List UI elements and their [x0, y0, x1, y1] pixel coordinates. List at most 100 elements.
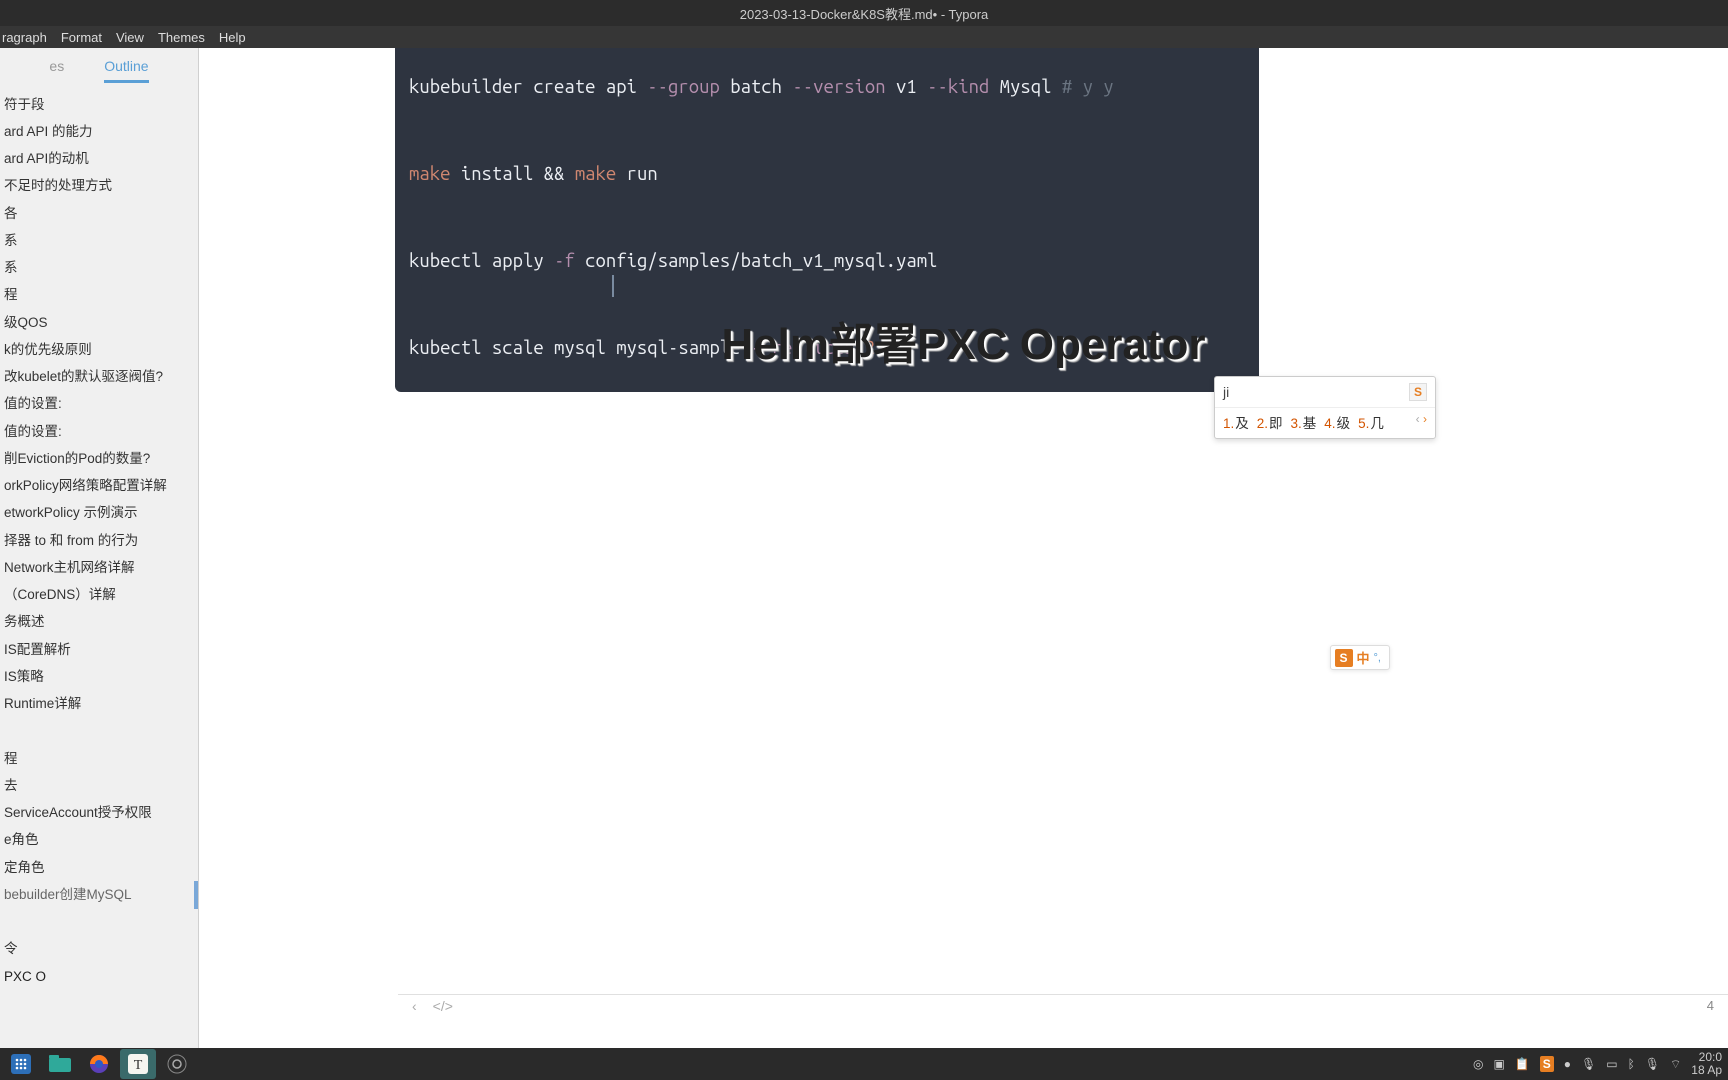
- tray-mic2-icon[interactable]: 🎙: [1645, 1057, 1660, 1071]
- code-token: install &&: [461, 164, 565, 184]
- outline-item[interactable]: 去: [0, 772, 198, 799]
- outline-item[interactable]: 符于段: [0, 91, 198, 118]
- outline-item[interactable]: Network主机网络详解: [0, 554, 198, 581]
- outline-list: 符于段ard API 的能力ard API的动机不足时的处理方式各系系程级QOS…: [0, 83, 198, 990]
- tray-bluetooth-icon[interactable]: ᛒ: [1628, 1057, 1635, 1071]
- outline-item[interactable]: etworkPolicy 示例演示: [0, 500, 198, 527]
- outline-item[interactable]: bebuilder创建MySQL: [0, 881, 198, 908]
- tray-clock[interactable]: 20:0 18 Ap: [1691, 1051, 1722, 1077]
- taskbar-filemanager[interactable]: [42, 1049, 78, 1079]
- heading-h1[interactable]: Helm部署PXC Operator: [199, 308, 1728, 372]
- code-blank-line: [409, 109, 1245, 152]
- outline-item[interactable]: e角色: [0, 827, 198, 854]
- tray-battery-icon[interactable]: ▭: [1606, 1057, 1617, 1071]
- tray-terminal-icon[interactable]: ▣: [1493, 1057, 1504, 1071]
- window-titlebar: 2023-03-13-Docker&K8S教程.md• - Typora: [0, 0, 1728, 26]
- sidebar-tabs: es Outline: [0, 48, 198, 83]
- sogou-logo-icon: S: [1335, 649, 1353, 667]
- outline-item[interactable]: 程: [0, 745, 198, 772]
- ime-input-text[interactable]: ji: [1223, 384, 1229, 400]
- code-token: run: [627, 164, 658, 184]
- outline-item[interactable]: 削Eviction的Pod的数量?: [0, 445, 198, 472]
- code-token: --group: [647, 77, 720, 97]
- code-token: -f: [554, 251, 575, 271]
- outline-item[interactable]: 程: [0, 282, 198, 309]
- code-token: make: [575, 164, 616, 184]
- code-comment: # y y: [1062, 77, 1114, 97]
- svg-text:T: T: [134, 1058, 143, 1073]
- outline-item[interactable]: 值的设置:: [0, 418, 198, 445]
- code-line: kubectl apply -f config/samples/batch_v1…: [409, 240, 1245, 283]
- ime-candidate[interactable]: 3.基: [1291, 412, 1317, 432]
- outline-item[interactable]: 各: [0, 200, 198, 227]
- code-line: make install && make run: [409, 153, 1245, 196]
- ime-candidate[interactable]: 1.及: [1223, 412, 1249, 432]
- outline-item[interactable]: 不足时的处理方式: [0, 173, 198, 200]
- menu-paragraph[interactable]: ragraph: [2, 30, 47, 45]
- ime-candidate-box: ji S 1.及2.即3.基4.级5.几 ‹ ›: [1214, 376, 1436, 439]
- source-code-icon[interactable]: </>: [433, 998, 453, 1014]
- outline-item[interactable]: orkPolicy网络策略配置详解: [0, 473, 198, 500]
- ime-candidate[interactable]: 2.即: [1257, 412, 1283, 432]
- code-token: Mysql: [1000, 77, 1052, 97]
- outline-item[interactable]: ard API 的能力: [0, 118, 198, 145]
- outline-item[interactable]: 系: [0, 227, 198, 254]
- os-taskbar: T ◎ ▣ 📋 S ● 🎙 ▭ ᛒ 🎙 ⌔ 20:0 18 Ap: [0, 1048, 1728, 1080]
- taskbar-launcher[interactable]: [3, 1049, 39, 1079]
- word-count[interactable]: 4: [1707, 998, 1714, 1013]
- tray-bulb-icon[interactable]: ●: [1564, 1057, 1571, 1071]
- outline-item[interactable]: IS配置解析: [0, 636, 198, 663]
- outline-item[interactable]: 务概述: [0, 609, 198, 636]
- ime-lang[interactable]: 中: [1357, 648, 1370, 667]
- tab-files[interactable]: es: [49, 58, 64, 83]
- ime-prev-icon[interactable]: ‹: [1416, 412, 1420, 426]
- ime-float-indicator[interactable]: S 中 °,: [1330, 645, 1390, 670]
- ime-candidate[interactable]: 4.级: [1324, 412, 1350, 432]
- menu-help[interactable]: Help: [219, 30, 246, 45]
- tab-outline[interactable]: Outline: [104, 58, 148, 83]
- ime-next-icon[interactable]: ›: [1423, 412, 1427, 426]
- tray-wifi-icon[interactable]: ⌔: [1670, 1057, 1681, 1072]
- code-token: --version: [792, 77, 885, 97]
- outline-item[interactable]: k的优先级原则: [0, 336, 198, 363]
- outline-item[interactable]: IS策略: [0, 663, 198, 690]
- taskbar-firefox[interactable]: [81, 1049, 117, 1079]
- outline-item[interactable]: [0, 909, 198, 936]
- code-token: config/samples/batch_v1_mysql.yaml: [585, 251, 937, 271]
- editor-area[interactable]: kubebuilder create api --group batch --v…: [199, 48, 1728, 1048]
- outline-item[interactable]: PXC O: [0, 963, 198, 990]
- ime-nav[interactable]: ‹ ›: [1416, 412, 1427, 432]
- outline-item[interactable]: 值的设置:: [0, 391, 198, 418]
- code-blank-line: [409, 196, 1245, 239]
- outline-item[interactable]: 系: [0, 255, 198, 282]
- menu-view[interactable]: View: [116, 30, 144, 45]
- code-token: batch: [730, 77, 782, 97]
- code-token: v1: [896, 77, 917, 97]
- tray-mic-icon[interactable]: 🎙: [1581, 1057, 1596, 1071]
- tray-clipboard-icon[interactable]: 📋: [1515, 1057, 1530, 1071]
- outline-item[interactable]: ServiceAccount授予权限: [0, 800, 198, 827]
- taskbar-typora[interactable]: T: [120, 1049, 156, 1079]
- outline-item[interactable]: 令: [0, 936, 198, 963]
- editor-caret: [612, 275, 614, 297]
- outline-item[interactable]: ard API的动机: [0, 146, 198, 173]
- code-token: --kind: [927, 77, 989, 97]
- outline-item[interactable]: [0, 718, 198, 745]
- statusbar: ‹ </> 4: [398, 994, 1728, 1016]
- ime-candidate[interactable]: 5.几: [1358, 412, 1384, 432]
- menu-themes[interactable]: Themes: [158, 30, 205, 45]
- taskbar-obs[interactable]: [159, 1049, 195, 1079]
- outline-item[interactable]: 定角色: [0, 854, 198, 881]
- tray-sogou-icon[interactable]: S: [1540, 1056, 1554, 1072]
- outline-item[interactable]: 改kubelet的默认驱逐阀值?: [0, 364, 198, 391]
- outline-item[interactable]: （CoreDNS）详解: [0, 582, 198, 609]
- tray-obs-icon[interactable]: ◎: [1473, 1057, 1483, 1071]
- sidebar: es Outline 符于段ard API 的能力ard API的动机不足时的处…: [0, 48, 199, 1048]
- outline-item[interactable]: 级QOS: [0, 309, 198, 336]
- outline-item[interactable]: 择器 to 和 from 的行为: [0, 527, 198, 554]
- back-icon[interactable]: ‹: [412, 998, 417, 1014]
- ime-punct[interactable]: °,: [1374, 652, 1381, 664]
- menu-bar: ragraph Format View Themes Help: [0, 26, 1728, 48]
- menu-format[interactable]: Format: [61, 30, 102, 45]
- outline-item[interactable]: Runtime详解: [0, 691, 198, 718]
